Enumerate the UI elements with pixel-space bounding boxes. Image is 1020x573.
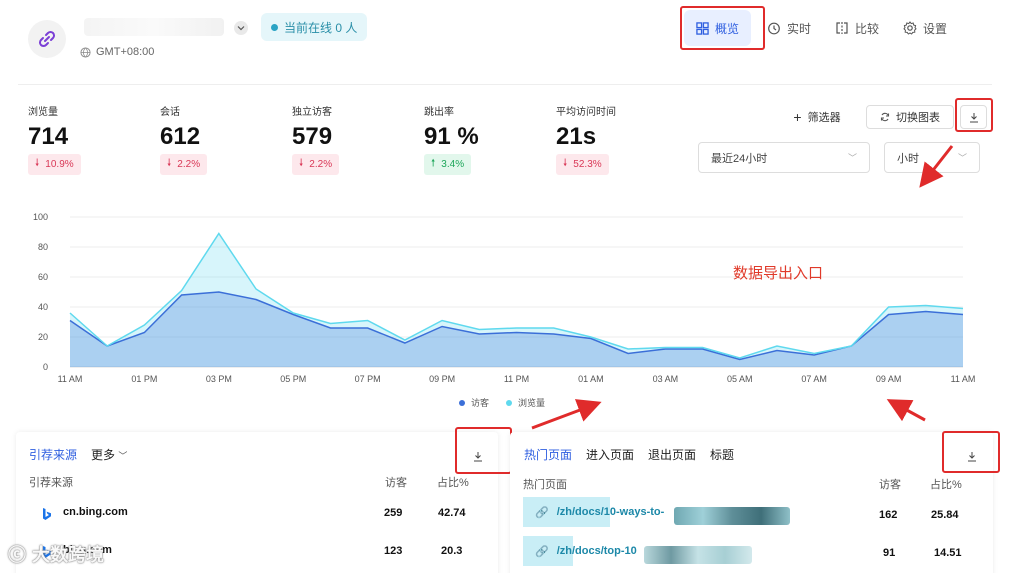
redacted-path-segment xyxy=(674,507,790,525)
tab-top-pages[interactable]: 热门页面 xyxy=(524,446,572,463)
link-icon: 🔗 xyxy=(535,506,549,519)
column-header-referrer: 引荐来源 xyxy=(29,477,73,489)
page-path[interactable]: /zh/docs/top-10 xyxy=(557,545,637,557)
referrer-name[interactable]: cn.bing.com xyxy=(63,506,128,518)
column-header-page: 热门页面 xyxy=(523,479,567,491)
arrow-to-chart-export xyxy=(919,145,954,188)
referrer-visitors: 123 xyxy=(384,545,403,557)
redacted-path-segment xyxy=(644,546,752,564)
page-visitors: 91 xyxy=(883,547,896,559)
watermark-icon: ⓒ xyxy=(8,545,26,565)
export-pages-button[interactable] xyxy=(962,444,982,468)
column-header-visitors[interactable]: 访客 xyxy=(879,476,901,492)
pages-card: 热门页面 进入页面 退出页面 标题 热门页面 访客 占比% 🔗 /zh/docs… xyxy=(510,432,993,573)
watermark-text: 大数跨境 xyxy=(32,545,104,565)
page-percent: 14.51 xyxy=(934,547,962,559)
page-percent: 25.84 xyxy=(931,509,959,521)
page-share-bar: 🔗 /zh/docs/top-10 xyxy=(523,536,637,566)
page-visitors: 162 xyxy=(879,509,898,521)
bing-icon xyxy=(43,508,51,520)
column-header-visitors[interactable]: 访客 xyxy=(385,474,407,490)
tab-titles[interactable]: 标题 xyxy=(710,446,734,463)
tab-exit-pages[interactable]: 退出页面 xyxy=(648,446,696,463)
tab-referrers[interactable]: 引荐来源 xyxy=(29,446,77,463)
arrow-to-pages-export xyxy=(886,399,926,422)
export-referrers-button[interactable] xyxy=(468,444,488,468)
tab-entry-pages[interactable]: 进入页面 xyxy=(586,446,634,463)
column-header-percent[interactable]: 占比% xyxy=(930,476,962,492)
chevron-down-icon: ﹀ xyxy=(118,451,128,461)
page-path[interactable]: /zh/docs/10-ways-to- xyxy=(557,506,665,518)
tab-more[interactable]: 更多 ﹀ xyxy=(91,446,127,463)
referrer-visitors: 259 xyxy=(384,507,403,519)
referrer-percent: 42.74 xyxy=(438,507,466,519)
page-share-bar: 🔗 /zh/docs/10-ways-to- xyxy=(523,497,664,527)
column-header-percent[interactable]: 占比% xyxy=(437,474,469,490)
referrer-percent: 20.3 xyxy=(441,545,463,557)
watermark-logo: ⓒ 大数跨境 xyxy=(8,541,104,567)
arrow-to-referrer-export xyxy=(531,399,602,430)
download-icon xyxy=(474,451,482,461)
link-icon: 🔗 xyxy=(535,545,549,558)
download-icon xyxy=(968,451,976,461)
tab-more-label: 更多 xyxy=(91,448,116,462)
